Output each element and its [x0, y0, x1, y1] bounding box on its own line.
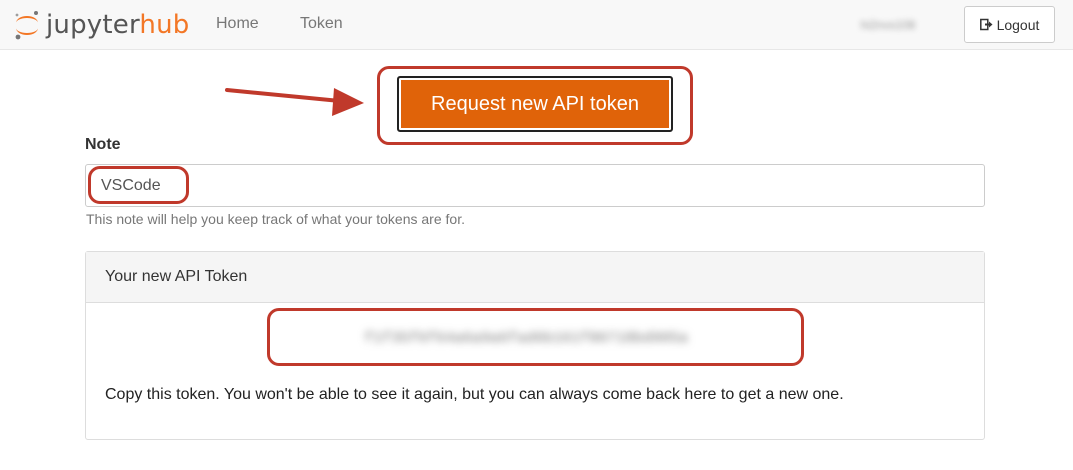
sign-out-icon	[979, 18, 993, 31]
annotation-highlight-note-value	[88, 166, 189, 204]
note-help-text: This note will help you keep track of wh…	[86, 211, 465, 227]
nav-link-token[interactable]: Token	[300, 15, 343, 33]
request-new-api-token-button[interactable]: Request new API token	[397, 76, 673, 132]
panel-heading: Your new API Token	[86, 252, 984, 303]
top-navbar: jupyterhub Home Token hi2nvs108 Logout	[0, 0, 1073, 50]
jupyterhub-logo[interactable]: jupyterhub	[12, 8, 189, 42]
logo-word-jupyter: jupyter	[46, 10, 140, 40]
jupyter-logo-icon	[15, 11, 38, 40]
logo-word-hub: hub	[139, 10, 190, 40]
logout-label: Logout	[996, 16, 1040, 33]
token-instructions: Copy this token. You won't be able to se…	[105, 386, 844, 403]
nav-link-home[interactable]: Home	[216, 15, 259, 33]
note-label: Note	[85, 136, 121, 153]
note-input[interactable]: VSCode	[85, 164, 985, 207]
annotation-arrow-icon	[225, 88, 364, 116]
annotation-highlight-token	[267, 308, 804, 366]
logo-wordmark: jupyterhub	[46, 12, 189, 38]
logout-button[interactable]: Logout	[964, 6, 1055, 43]
user-name: hi2nvs108	[860, 18, 916, 32]
